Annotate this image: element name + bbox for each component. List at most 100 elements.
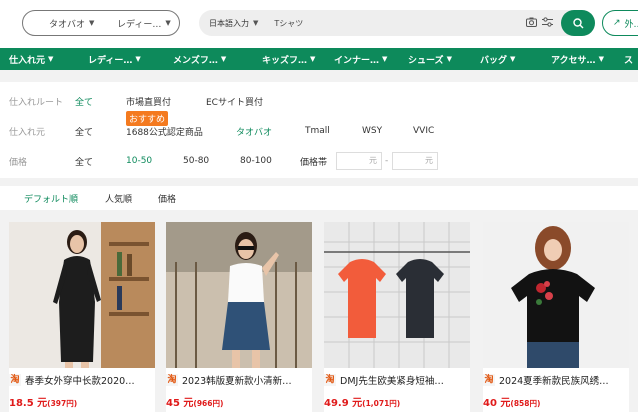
filter-option-tmall[interactable]: Tmall: [305, 126, 330, 136]
product-title[interactable]: 淘 2024夏季新款民族风绣…: [483, 372, 629, 388]
source-select-label: タオバオ: [49, 19, 86, 30]
camera-icon[interactable]: [523, 17, 539, 30]
price-min-input[interactable]: 元: [336, 152, 382, 170]
product-title[interactable]: 淘 2023韩版夏新款小清新…: [166, 372, 312, 388]
product-image[interactable]: [324, 222, 470, 368]
filter-option-all[interactable]: 全て: [75, 125, 93, 138]
caret-down-icon: ▼: [310, 55, 316, 63]
share-icon: ↗: [613, 18, 621, 28]
product-title-text: 2024夏季新款民族风绣…: [499, 376, 609, 387]
nav-label: メンズフ…: [173, 55, 218, 66]
filter-option-80-100[interactable]: 80-100: [240, 156, 272, 166]
nav-label: インナー…: [334, 55, 380, 66]
language-select-label: 日本語入力: [209, 18, 249, 28]
caret-down-icon: ▼: [253, 19, 259, 27]
source-select[interactable]: タオバオ ▼: [23, 17, 111, 30]
sort-default[interactable]: デフォルト順: [24, 192, 78, 205]
nav-item-bags[interactable]: バッグ ▼: [480, 53, 515, 66]
filter-option-market[interactable]: 市場直買付: [126, 95, 171, 108]
sort-bar: デフォルト順 人気順 価格: [0, 186, 638, 210]
taobao-icon: 淘: [9, 374, 21, 386]
filter-label: 仕入れ元: [9, 127, 46, 138]
filter-option-wsy[interactable]: WSY: [362, 126, 382, 136]
nav-item-inner[interactable]: インナー… ▼: [334, 53, 387, 66]
taobao-icon: 淘: [324, 374, 336, 386]
product-card[interactable]: 淘 2023韩版夏新款小清新… 45 元(966円): [166, 222, 312, 412]
nav-item-sports[interactable]: ス: [624, 53, 633, 66]
price-jpy: (397円): [47, 399, 78, 408]
product-card[interactable]: 淘 2024夏季新款民族风绣… 40 元(858円): [483, 222, 629, 412]
nav-label: キッズフ…: [262, 55, 308, 66]
nav-label: レディー…: [88, 55, 133, 66]
product-image[interactable]: [483, 222, 629, 368]
filter-option-10-50[interactable]: 10-50: [126, 156, 152, 166]
product-price: 49.9 元(1,071円): [324, 394, 400, 409]
nav-item-accessories[interactable]: アクセサ… ▼: [551, 53, 604, 66]
caret-down-icon: ▼: [89, 19, 95, 27]
search-button[interactable]: [561, 10, 595, 36]
filter-sliders-icon[interactable]: [539, 16, 555, 30]
product-title-text: 2023韩版夏新款小清新…: [182, 376, 292, 387]
category-selector: タオバオ ▼ レディー… ▼: [22, 10, 180, 36]
sort-popular[interactable]: 人気順: [105, 192, 132, 205]
product-title-text: DMJ先生欧美紧身短袖…: [340, 376, 444, 387]
product-title[interactable]: 淘 DMJ先生欧美紧身短袖…: [324, 372, 470, 388]
category-select-label: レディー…: [117, 19, 162, 30]
product-card[interactable]: 淘春季女外穿中长款2020… 18.5 元(397円): [9, 222, 155, 412]
product-image[interactable]: [9, 222, 155, 368]
filter-option-all[interactable]: 全て: [75, 95, 93, 108]
caret-down-icon: ▼: [48, 55, 54, 63]
top-bar: タオバオ ▼ レディー… ▼ 日本語入力 ▼ Tシャツ ↗ 外…: [0, 0, 638, 48]
filter-label: 仕入れルート: [9, 97, 64, 108]
price-max-input[interactable]: 元: [392, 152, 438, 170]
price-jpy: (966円): [193, 399, 224, 408]
range-dash: -: [385, 156, 389, 166]
external-link-label: 外…: [624, 19, 638, 30]
filter-option-50-80[interactable]: 50-80: [183, 156, 209, 166]
nav-item-kids[interactable]: キッズフ… ▼: [262, 53, 315, 66]
product-title[interactable]: 淘春季女外穿中长款2020…: [9, 372, 155, 388]
price-cny: 18.5 元: [9, 398, 48, 409]
nav-label: ス: [624, 55, 634, 66]
price-cny: 40 元: [483, 398, 511, 409]
product-title-text: 春季女外穿中长款2020…: [25, 376, 135, 387]
nav-label: 仕入れ元: [9, 55, 46, 66]
filter-row-route: 仕入れルート 全て 市場直買付 ECサイト買付: [0, 90, 638, 112]
product-price: 40 元(858円): [483, 394, 540, 409]
product-card[interactable]: 淘 DMJ先生欧美紧身短袖… 49.9 元(1,071円): [324, 222, 470, 412]
nav-item-shoes[interactable]: シューズ ▼: [408, 53, 452, 66]
price-range-label: 価格帯: [300, 157, 328, 168]
caret-down-icon: ▼: [598, 55, 604, 63]
caret-down-icon: ▼: [510, 55, 516, 63]
search-input[interactable]: Tシャツ: [274, 18, 523, 29]
nav-item-mens[interactable]: メンズフ… ▼: [173, 53, 226, 66]
search-icon: [572, 17, 583, 28]
filter-option-vvic[interactable]: VVIC: [413, 126, 434, 136]
external-link-button[interactable]: ↗ 外…: [602, 10, 638, 36]
filter-row-source: おすすめ 仕入れ元 全て 1688公式認定商品 タオバオ Tmall WSY V…: [0, 111, 638, 142]
search-bar: 日本語入力 ▼ Tシャツ: [199, 10, 595, 36]
sort-price[interactable]: 価格: [158, 192, 176, 205]
filter-row-price: 価格 全て 10-50 50-80 80-100 価格帯 元 - 元: [0, 150, 638, 172]
nav-label: シューズ: [408, 55, 444, 66]
product-image[interactable]: [166, 222, 312, 368]
filter-option-taobao[interactable]: タオバオ: [236, 125, 272, 138]
language-select[interactable]: 日本語入力 ▼: [199, 18, 258, 29]
category-nav: 仕入れ元 ▼ レディー… ▼ メンズフ… ▼ キッズフ… ▼ インナー… ▼ シューズ ▼ …: [0, 48, 638, 70]
product-price: 45 元(966円): [166, 394, 223, 409]
filter-option-ec[interactable]: ECサイト買付: [206, 95, 263, 108]
filter-option-1688[interactable]: 1688公式認定商品: [126, 125, 203, 138]
caret-down-icon: ▼: [220, 55, 227, 63]
taobao-icon: 淘: [166, 374, 178, 386]
price-jpy: (1,071円): [362, 399, 401, 408]
price-jpy: (858円): [510, 399, 541, 408]
taobao-icon: 淘: [483, 374, 495, 386]
filter-label: 価格: [9, 157, 28, 168]
nav-item-source[interactable]: 仕入れ元 ▼: [9, 53, 53, 66]
price-cny: 45 元: [166, 398, 194, 409]
filter-panel: 仕入れルート 全て 市場直買付 ECサイト買付 おすすめ 仕入れ元 全て 168…: [0, 82, 638, 178]
caret-down-icon: ▼: [165, 19, 171, 27]
category-select[interactable]: レディー… ▼: [111, 17, 179, 30]
nav-item-ladies[interactable]: レディー… ▼: [88, 53, 141, 66]
filter-option-all[interactable]: 全て: [75, 155, 93, 168]
